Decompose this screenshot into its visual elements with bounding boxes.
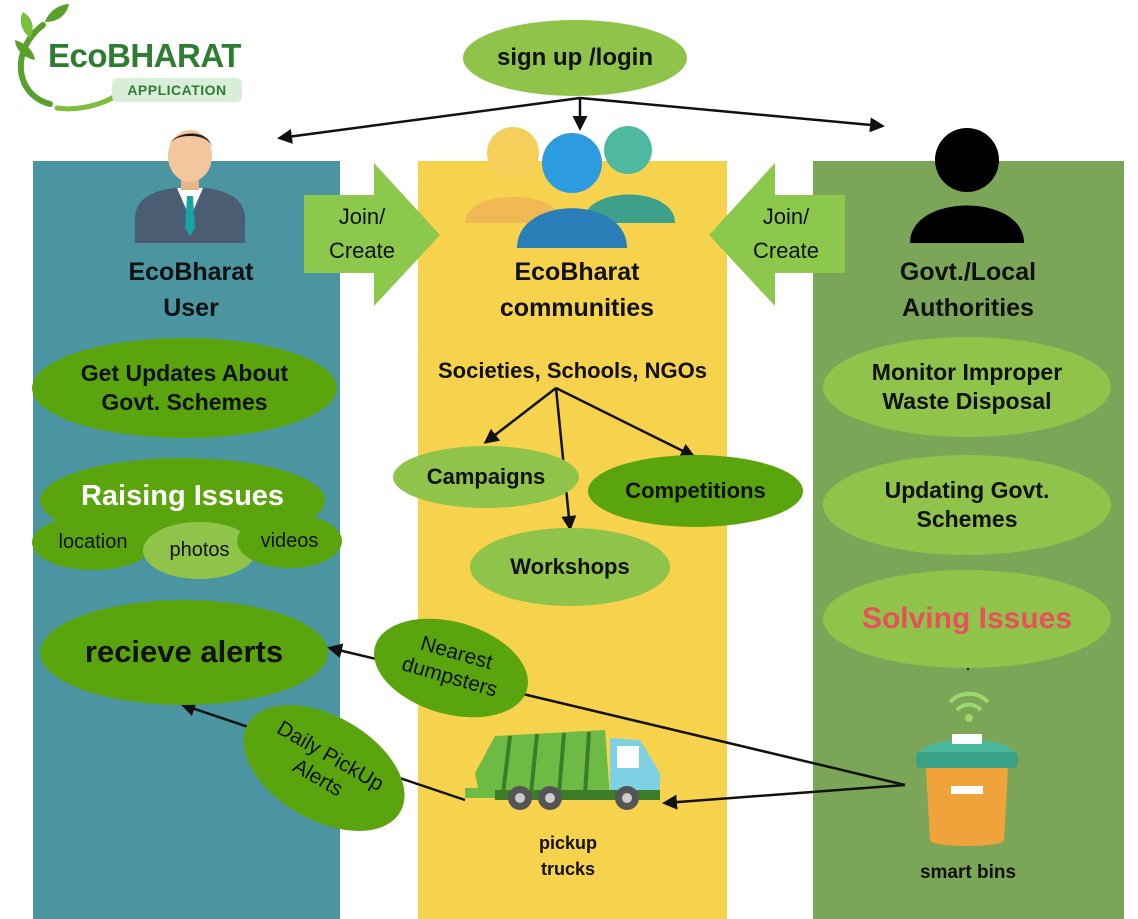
wifi-signal-icon <box>948 691 990 722</box>
communities-title: EcoBharat communities <box>499 258 655 323</box>
user-title: EcoBharat User <box>128 258 254 323</box>
garbage-truck-icon <box>465 730 660 810</box>
signup-to-govt-arrow <box>579 96 885 133</box>
smart-bin-icon <box>916 734 1018 846</box>
receive-alerts-node: recieve alerts <box>40 600 328 705</box>
monitor-disposal-node: Monitor Improper Waste Disposal <box>823 337 1111 437</box>
join-left-text: Join/Create <box>328 204 396 264</box>
bins-to-truck-arrow <box>662 783 906 810</box>
user-person-icon <box>135 130 245 243</box>
govt-title: Govt./Local Authorities <box>899 258 1037 323</box>
location-node: location <box>32 515 154 570</box>
updating-schemes-node: Updating Govt. Schemes <box>823 455 1111 555</box>
photos-node: photos <box>143 522 256 579</box>
authority-person-icon <box>910 128 1024 243</box>
videos-node: videos <box>237 514 342 568</box>
solving-issues-node: Solving Issues <box>823 570 1111 668</box>
campaigns-node: Campaigns <box>393 446 579 508</box>
community-group-icon <box>465 126 675 248</box>
pickup-trucks-label: pickup trucks <box>538 833 597 880</box>
tree-to-competitions-arrow <box>555 386 696 458</box>
competitions-node: Competitions <box>588 455 803 527</box>
members-text: Societies, Schools, NGOs <box>438 358 707 383</box>
govt-schemes-updates-node: Get Updates About Govt. Schemes <box>32 338 337 438</box>
tree-to-campaigns-arrow <box>483 387 557 444</box>
workshops-node: Workshops <box>470 528 670 606</box>
join-right-text: Join/Create <box>752 204 820 264</box>
smart-bins-label: smart bins <box>919 862 1017 883</box>
